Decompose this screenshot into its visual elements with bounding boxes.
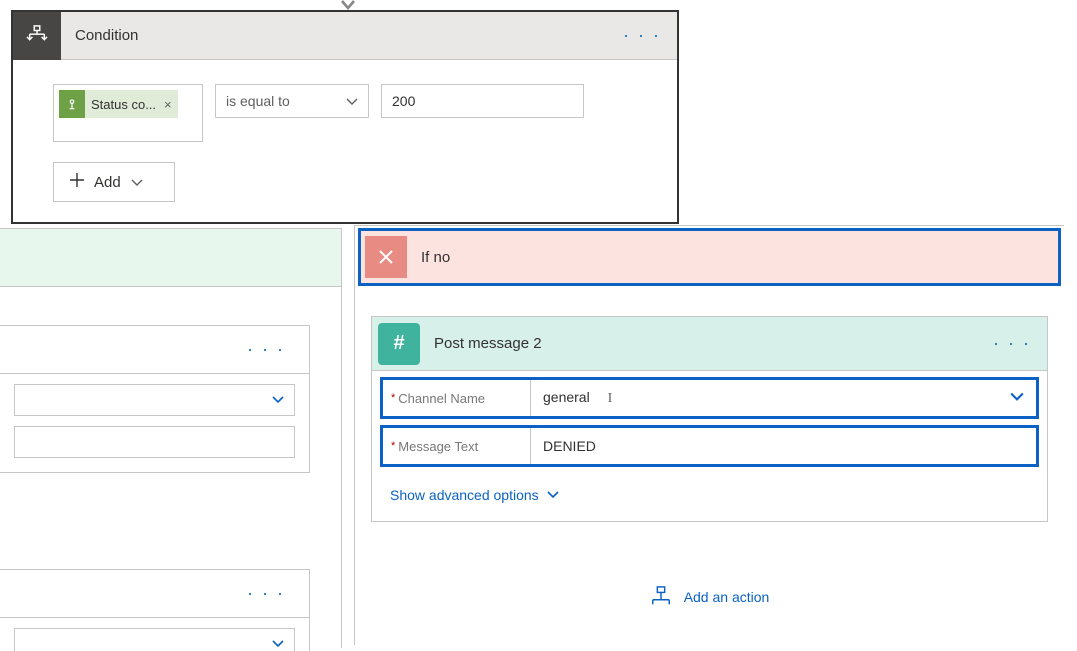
- text-cursor-icon: I: [608, 391, 613, 407]
- message-text-input[interactable]: DENIED: [531, 428, 1036, 464]
- add-label: Add: [94, 174, 121, 191]
- add-condition-button[interactable]: Add: [53, 162, 175, 202]
- token-remove-button[interactable]: ×: [162, 97, 178, 112]
- condition-expression-row: Status co... × is equal to: [53, 84, 637, 142]
- if-yes-action-card-1[interactable]: · · ·: [0, 325, 310, 473]
- if-no-branch: If no # Post message 2 · · · * Channel N…: [354, 225, 1064, 645]
- token-source-icon: [59, 90, 85, 118]
- flow-connector-top: [339, 0, 357, 10]
- condition-body: Status co... × is equal to Add: [13, 60, 677, 222]
- close-icon: [365, 236, 407, 278]
- channel-name-row: * Channel Name general I: [380, 377, 1039, 419]
- token-label: Status co...: [85, 97, 162, 112]
- if-yes-action-card-2[interactable]: · · ·: [0, 569, 310, 651]
- show-advanced-options[interactable]: Show advanced options: [372, 473, 1047, 521]
- dynamic-token-status-code[interactable]: Status co... ×: [59, 90, 178, 118]
- condition-value-input[interactable]: [381, 84, 584, 118]
- plus-icon: [70, 173, 84, 191]
- if-no-label: If no: [407, 249, 450, 266]
- if-yes-branch: · · · · · ·: [0, 228, 342, 648]
- condition-card: Condition · · · Status co... ×: [11, 10, 679, 224]
- if-yes-header[interactable]: [0, 229, 341, 287]
- operator-value: is equal to: [226, 93, 290, 109]
- channel-name-select[interactable]: general I: [531, 380, 1036, 416]
- channel-name-label: * Channel Name: [383, 380, 531, 416]
- card-menu-button[interactable]: · · ·: [231, 583, 301, 604]
- message-text-row: * Message Text DENIED: [380, 425, 1039, 467]
- slack-hash-icon: #: [378, 323, 420, 365]
- message-text-value: DENIED: [543, 438, 596, 454]
- card-menu-button[interactable]: · · ·: [231, 339, 301, 360]
- post-message-title: Post message 2: [420, 335, 977, 352]
- required-asterisk: *: [391, 440, 395, 452]
- field-dropdown[interactable]: [14, 628, 295, 651]
- field-dropdown[interactable]: [14, 384, 295, 416]
- chevron-down-icon: [547, 489, 559, 501]
- condition-card-header[interactable]: Condition · · ·: [13, 12, 677, 60]
- condition-menu-button[interactable]: · · ·: [607, 25, 677, 46]
- condition-left-operand[interactable]: Status co... ×: [53, 84, 203, 142]
- required-asterisk: *: [391, 392, 395, 404]
- condition-title: Condition: [61, 27, 607, 44]
- post-message-header[interactable]: # Post message 2 · · ·: [372, 317, 1047, 371]
- add-an-action-button[interactable]: Add an action: [355, 586, 1064, 608]
- if-no-header[interactable]: If no: [358, 228, 1061, 286]
- post-message-menu-button[interactable]: · · ·: [977, 333, 1047, 354]
- chevron-down-icon: [346, 95, 358, 107]
- post-message-card: # Post message 2 · · · * Channel Name ge…: [371, 316, 1048, 522]
- add-action-icon: [650, 586, 672, 608]
- chevron-down-icon: [131, 176, 143, 188]
- message-text-label: * Message Text: [383, 428, 531, 464]
- chevron-down-icon: [1010, 390, 1024, 407]
- field-input[interactable]: [14, 426, 295, 458]
- condition-operator-select[interactable]: is equal to: [215, 84, 369, 118]
- condition-icon: [13, 12, 61, 60]
- add-action-label: Add an action: [684, 589, 770, 605]
- channel-name-value: general: [543, 389, 590, 405]
